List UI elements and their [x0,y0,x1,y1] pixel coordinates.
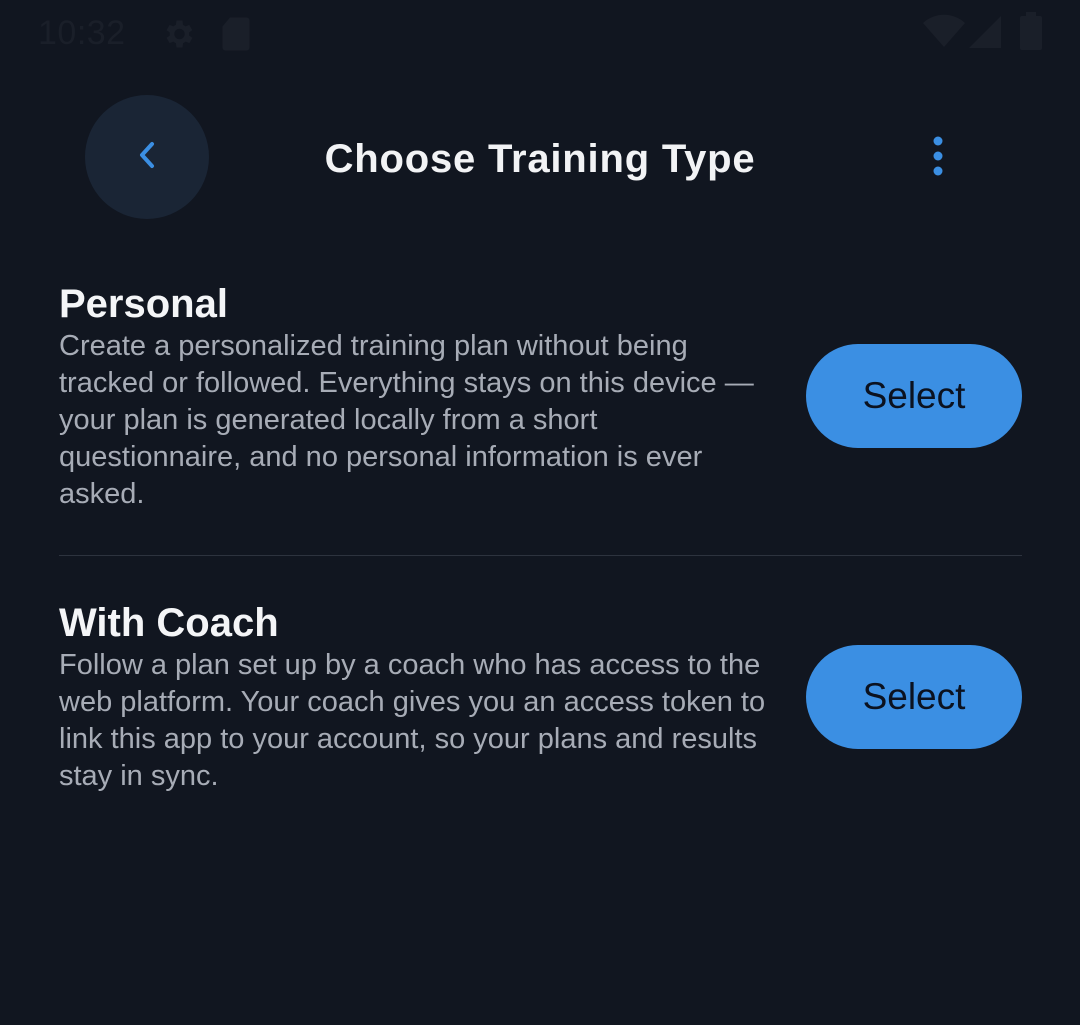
choose-training-type-screen: 10:32 Choose Training Type Personal Crea… [0,0,1080,1025]
option-description: Follow a plan set up by a coach who has … [59,649,766,792]
more-vertical-icon [932,136,944,181]
option-with-coach: With Coach Follow a plan set up by a coa… [59,601,1022,795]
option-title: Personal [59,282,228,326]
wifi-icon [922,14,966,53]
signal-icon [968,16,1002,53]
battery-icon [1018,12,1044,55]
settings-icon [160,16,196,57]
select-with-coach-button[interactable]: Select [806,645,1022,749]
more-options-button[interactable] [910,128,966,188]
status-bar: 10:32 [0,0,1080,66]
option-title: With Coach [59,601,279,645]
option-description: Create a personalized training plan with… [59,330,754,510]
option-personal: Personal Create a personalized training … [59,282,1022,513]
select-personal-button[interactable]: Select [806,344,1022,448]
status-time: 10:32 [38,14,126,52]
divider [59,555,1022,556]
sd-card-icon [220,16,252,57]
